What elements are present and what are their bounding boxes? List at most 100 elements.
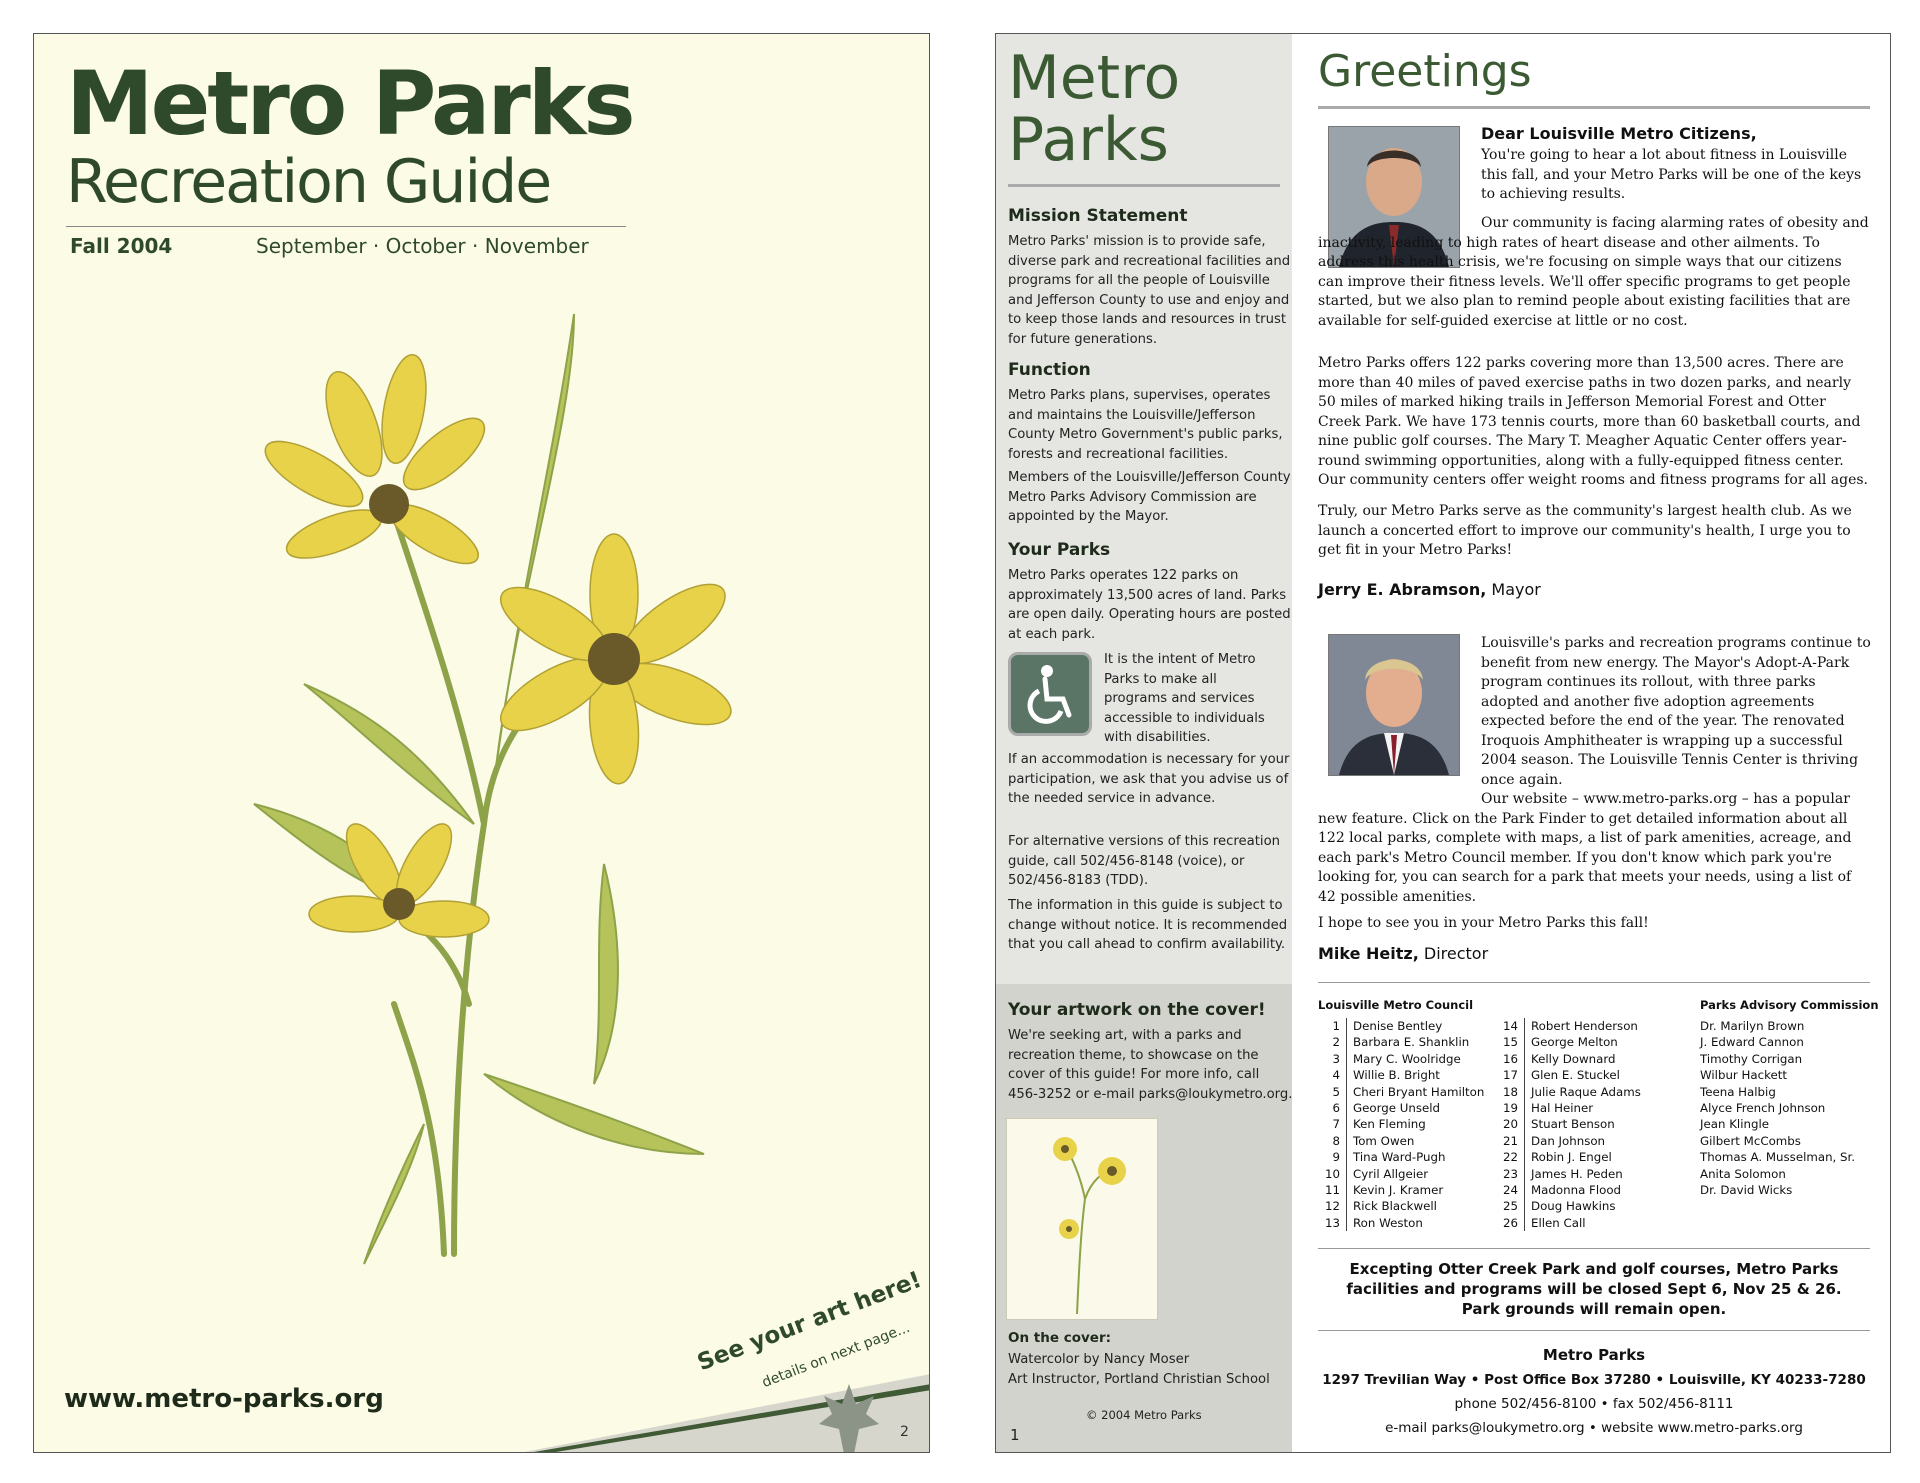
cover-subtitle: Recreation Guide [66,147,552,217]
mayor-signature: Jerry E. Abramson, Mayor [1318,580,1541,599]
commission-member: Teena Halbig [1700,1084,1776,1099]
council-member: 17 Glen E. Stuckel [1496,1067,1641,1084]
council-district-number: 8 [1318,1132,1347,1150]
council-member-name: Cyril Allgeier [1353,1166,1429,1181]
council-district-number: 21 [1496,1132,1525,1150]
council-member-name: Hal Heiner [1531,1101,1594,1116]
mayor-paragraph-4: Truly, our Metro Parks serve as the comm… [1318,503,1852,558]
commission-member: Dr. David Wicks [1700,1183,1793,1198]
sidebar: Metro Parks Mission Statement Metro Park… [996,34,1292,1452]
commission-member: J. Edward Cannon [1700,1035,1804,1050]
council-member-name: Cheri Bryant Hamilton [1353,1084,1485,1099]
council-district-number: 17 [1496,1067,1525,1084]
alt-versions-text: For alternative versions of this recreat… [1008,834,1281,889]
council-member-name: Robert Henderson [1531,1019,1638,1033]
council-district-number: 9 [1318,1149,1347,1166]
council-member-name: Barbara E. Shanklin [1353,1035,1470,1050]
council-district-number: 1 [1318,1018,1347,1035]
closure-top-rule [1318,1248,1870,1249]
closure-line-1: Excepting Otter Creek Park and golf cour… [1349,1260,1839,1278]
council-member-name: Rick Blackwell [1353,1199,1437,1214]
inside-page-number: 1 [1010,1426,1020,1444]
cover-website[interactable]: www.metro-parks.org [64,1384,384,1414]
commission-member: Jean Klingle [1700,1117,1769,1132]
council-member-name: Willie B. Bright [1353,1068,1440,1083]
mayor-paragraph-2: Our community is facing alarming rates o… [1318,215,1869,329]
council-member: 2 Barbara E. Shanklin [1318,1034,1484,1051]
cover-season: Fall 2004 [70,234,173,258]
artwork-heading: Your artwork on the cover! [1008,1000,1266,1020]
council-member-name: Ron Weston [1353,1215,1423,1230]
council-member-name: Ellen Call [1531,1215,1586,1230]
council-list-b: 14 Robert Henderson 15 George Melton 16 Kelly… [1496,1018,1641,1232]
accommodation-text: If an accommodation is necessary for you… [1008,752,1290,807]
council-member: 26 Ellen Call [1496,1214,1641,1232]
director-photo [1328,634,1460,776]
council-district-number: 7 [1318,1116,1347,1133]
on-cover-artist-title: Art Instructor, Portland Christian Schoo… [1008,1372,1270,1387]
commission-member: Thomas A. Musselman, Sr. [1700,1150,1856,1165]
sidebar-title-rule [1008,184,1280,187]
council-district-number: 20 [1496,1116,1525,1133]
council-member-name: Stuart Benson [1531,1117,1615,1132]
council-member: 16 Kelly Downard [1496,1050,1641,1068]
council-member: 11 Kevin J. Kramer [1318,1182,1484,1199]
mayor-paragraph-1: You're going to hear a lot about fitness… [1481,147,1862,202]
commission-member: Timothy Corrigan [1700,1051,1803,1066]
council-member-name: Madonna Flood [1531,1183,1622,1198]
cover-title-rule [66,226,626,227]
council-district-number: 3 [1318,1050,1347,1068]
council-member-name: James H. Peden [1531,1166,1623,1181]
director-paragraph-1: Louisville's parks and recreation progra… [1481,635,1871,788]
council-heading: Louisville Metro Council [1318,998,1474,1012]
council-member-name: Dan Johnson [1531,1133,1606,1148]
council-member: 7 Ken Fleming [1318,1116,1484,1133]
council-district-number: 13 [1318,1214,1347,1232]
council-district-number: 4 [1318,1067,1347,1084]
commission-heading: Parks Advisory Commission [1700,998,1879,1012]
function-text: Metro Parks plans, supervises, operates … [1008,388,1283,462]
council-member-name: Tom Owen [1353,1133,1415,1148]
council-member: 8 Tom Owen [1318,1132,1484,1150]
director-name: Mike Heitz, [1318,944,1419,963]
parks-text: Metro Parks operates 122 parks on approx… [1008,568,1291,642]
parks-heading: Your Parks [1008,540,1111,560]
wheelchair-icon [1008,652,1092,736]
mayor-name: Jerry E. Abramson, [1318,580,1487,599]
council-member: 6 George Unseld [1318,1100,1484,1117]
council-district-number: 2 [1318,1034,1347,1051]
council-district-number: 24 [1496,1182,1525,1199]
contact-email[interactable]: e-mail parks@loukymetro.org • website ww… [1318,1420,1870,1436]
mission-text: Metro Parks' mission is to provide safe,… [1008,234,1291,347]
cover-title: Metro Parks [66,52,636,155]
director-paragraph-3: I hope to see you in your Metro Parks th… [1318,915,1649,931]
on-cover-artist: Watercolor by Nancy Moser [1008,1352,1190,1367]
mayor-paragraph-3: Metro Parks offers 122 parks covering mo… [1318,355,1868,488]
council-member: 10 Cyril Allgeier [1318,1165,1484,1183]
council-member-name: Mary C. Woolridge [1353,1051,1461,1066]
greetings-heading: Greetings [1318,46,1532,97]
closure-line-2: facilities and programs will be closed S… [1346,1280,1842,1298]
council-member: 13 Ron Weston [1318,1214,1484,1232]
council-member-name: George Unseld [1353,1101,1441,1116]
council-member-name: Kelly Downard [1531,1051,1616,1066]
accessibility-text: It is the intent of Metro Parks to make … [1104,652,1265,746]
council-member: 12 Rick Blackwell [1318,1198,1484,1215]
council-member-name: Kevin J. Kramer [1353,1183,1444,1198]
council-district-number: 18 [1496,1083,1525,1101]
council-district-number: 5 [1318,1083,1347,1101]
cover-art-thumbnail [1006,1118,1158,1320]
cover-page: Metro Parks Recreation Guide Fall 2004 S… [33,33,930,1453]
council-member: 25 Doug Hawkins [1496,1198,1641,1215]
contact-name: Metro Parks [1542,1346,1646,1364]
commission-member: Alyce French Johnson [1700,1101,1826,1116]
council-member: 15 George Melton [1496,1034,1641,1051]
council-member: 21 Dan Johnson [1496,1132,1641,1150]
on-cover-label: On the cover: [1008,1330,1111,1346]
council-district-number: 22 [1496,1149,1525,1166]
mayor-title: Mayor [1486,580,1541,599]
mission-heading: Mission Statement [1008,206,1188,226]
council-district-number: 14 [1496,1018,1525,1035]
council-member: 5 Cheri Bryant Hamilton [1318,1083,1485,1101]
council-member-name: Glen E. Stuckel [1531,1068,1620,1083]
